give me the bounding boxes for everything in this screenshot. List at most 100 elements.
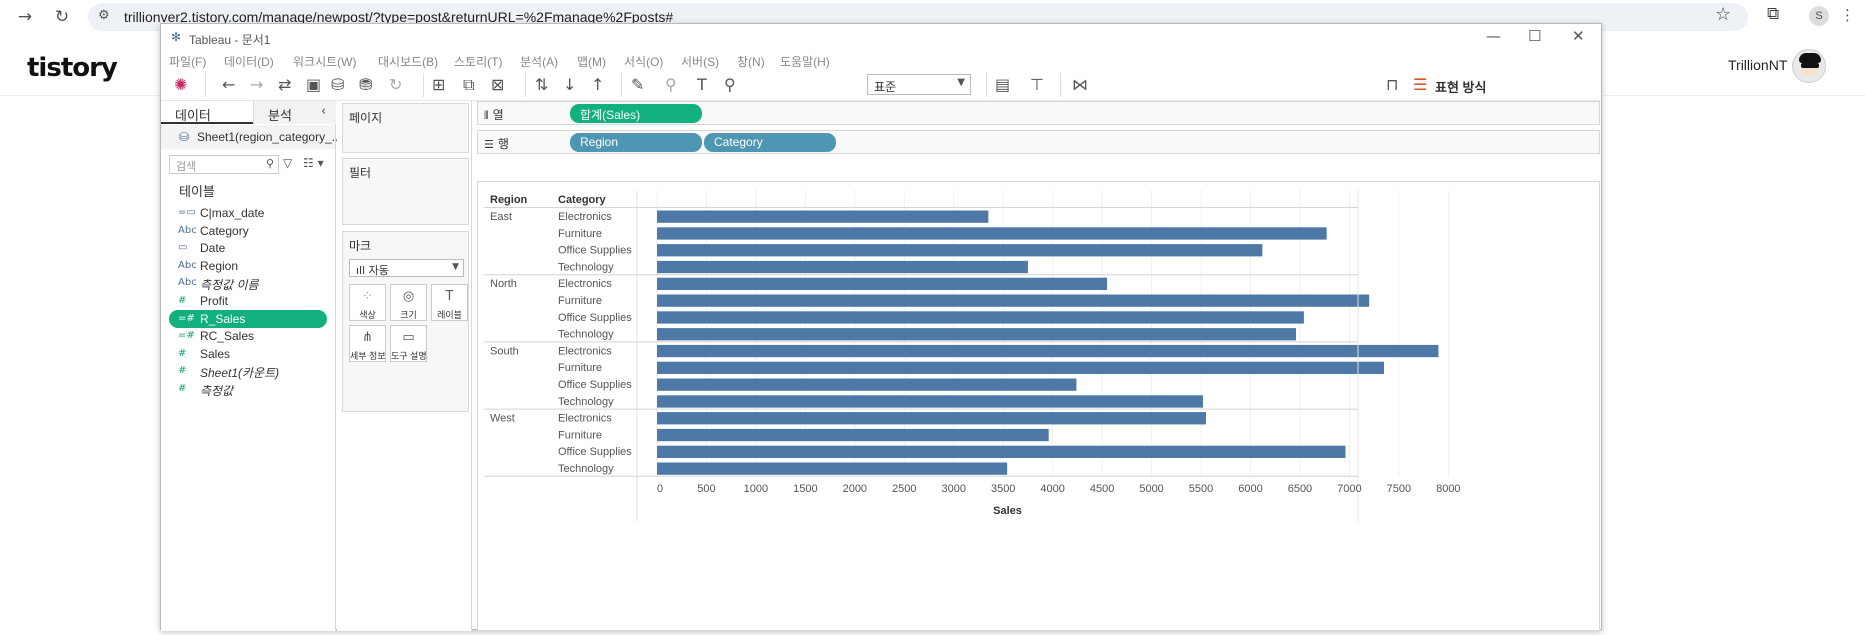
x-tick-label: 4000 xyxy=(1040,483,1064,495)
calc-date-icon: =▭ xyxy=(178,207,196,218)
field-name: Category xyxy=(200,223,249,238)
filter-icon[interactable]: ▽ xyxy=(283,156,292,170)
browser-menu-icon[interactable]: ⋮ xyxy=(1840,6,1855,24)
x-axis-title: Sales xyxy=(993,505,1022,517)
field-date[interactable]: ▭ Date xyxy=(169,239,327,257)
x-tick-label: 1000 xyxy=(744,483,768,495)
data-source[interactable]: ⛁ Sheet1(region_category_... xyxy=(161,125,342,149)
field-region[interactable]: Abc Region xyxy=(169,257,327,275)
fit-select[interactable]: 표준 ▼ xyxy=(867,74,971,95)
category-label: Office Supplies xyxy=(558,379,632,391)
category-label: Furniture xyxy=(558,362,602,374)
menu-server[interactable]: 서버(S) xyxy=(681,53,719,70)
label-button[interactable]: T 레이블 xyxy=(431,284,468,321)
profile-avatar[interactable]: S xyxy=(1809,6,1829,26)
undo-icon[interactable]: ← xyxy=(222,75,235,95)
clear-sheet-icon[interactable]: ⊠ xyxy=(491,75,504,95)
field-sheet1[interactable]: # Sheet1(카운트) xyxy=(169,362,327,380)
sort-descending-icon[interactable]: ↑ xyxy=(591,75,604,95)
close-icon[interactable]: ✕ xyxy=(1572,27,1585,45)
duplicate-sheet-icon[interactable]: ⧉ xyxy=(463,75,474,95)
bookmark-star-icon[interactable]: ☆ xyxy=(1715,4,1731,25)
swap-rows-columns-icon[interactable]: ⇅ xyxy=(535,75,548,95)
forward-icon[interactable]: → xyxy=(14,6,36,28)
show-me-icon[interactable]: ☰ xyxy=(1413,75,1427,95)
site-settings-icon[interactable]: ⚙ xyxy=(98,8,110,23)
menu-format[interactable]: 서식(O) xyxy=(624,53,663,70)
tooltip-button[interactable]: ▭ 도구 설명 xyxy=(390,325,427,362)
columns-shelf[interactable]: ⫴ 열 합계(Sales) xyxy=(477,101,1600,125)
field-[interactable]: Abc 측정값 이름 xyxy=(169,274,327,292)
group-members-icon[interactable]: ⚲ xyxy=(665,75,677,95)
field-rc-sales[interactable]: =# RC_Sales xyxy=(169,327,327,345)
save-icon[interactable]: ▣ xyxy=(306,75,321,95)
bar xyxy=(657,395,1204,408)
highlight-icon[interactable]: ✎ xyxy=(631,75,644,95)
menu-analysis[interactable]: 분석(A) xyxy=(520,53,558,70)
tistory-logo[interactable]: tistory xyxy=(27,53,118,83)
menu-worksheet[interactable]: 워크시트(W) xyxy=(293,53,356,70)
menu-map[interactable]: 맵(M) xyxy=(577,53,606,70)
menu-data[interactable]: 데이터(D) xyxy=(224,53,274,70)
field-name: Sheet1(카운트) xyxy=(200,366,280,381)
x-tick-label: 5000 xyxy=(1139,483,1163,495)
menu-window[interactable]: 창(N) xyxy=(737,53,765,70)
refresh-icon[interactable]: ↻ xyxy=(389,75,402,95)
collapse-pane-icon[interactable]: ‹ xyxy=(321,104,326,119)
tistory-username[interactable]: TrillionNT xyxy=(1728,57,1787,73)
pill-category[interactable]: Category xyxy=(704,133,836,152)
show-me-button[interactable]: 표현 방식 xyxy=(1435,77,1486,96)
viz-canvas[interactable]: Region Category East Electronics Furniture Of… xyxy=(477,181,1600,631)
presentation-mode-icon[interactable]: ⊤ xyxy=(1030,75,1044,95)
view-options-icon[interactable]: ☷ ▾ xyxy=(303,156,324,170)
tistory-avatar[interactable] xyxy=(1792,49,1826,83)
fix-axes-icon[interactable]: ⚲ xyxy=(724,75,736,95)
size-button[interactable]: ◎ 크기 xyxy=(390,284,427,321)
bar xyxy=(657,328,1296,341)
field-profit[interactable]: # Profit xyxy=(169,292,327,310)
replay-icon[interactable]: ⇄ xyxy=(278,75,291,95)
fit-select-value: 표준 xyxy=(874,80,897,94)
detail-button[interactable]: ⋔ 세부 정보 xyxy=(349,325,386,362)
bar xyxy=(657,462,1008,475)
toolbar-separator xyxy=(1060,73,1061,97)
field-r-sales[interactable]: =# R_Sales xyxy=(169,309,327,328)
color-button[interactable]: ⁘ 색상 xyxy=(349,284,386,321)
sort-ascending-icon[interactable]: ↓ xyxy=(563,75,576,95)
tooltip-label: 도구 설명 xyxy=(391,351,427,361)
pill-region[interactable]: Region xyxy=(570,133,702,152)
field-sales[interactable]: # Sales xyxy=(169,345,327,363)
maximize-icon[interactable]: ☐ xyxy=(1528,27,1541,45)
category-label: Electronics xyxy=(558,413,612,425)
field-[interactable]: # 측정값 xyxy=(169,380,327,398)
field-category[interactable]: Abc Category xyxy=(169,222,327,240)
show-mark-labels-icon[interactable]: T xyxy=(697,75,707,95)
x-tick-label: 8000 xyxy=(1436,483,1460,495)
rows-shelf[interactable]: ☰ 행 Region Category xyxy=(477,130,1600,154)
field-c-max-date[interactable]: =▭ C|max_date xyxy=(169,204,327,222)
menu-dashboard[interactable]: 대시보드(B) xyxy=(378,53,438,70)
pause-updates-icon[interactable]: ⛃ xyxy=(359,75,372,95)
new-datasource-icon[interactable]: ⛁ xyxy=(331,75,344,95)
new-worksheet-icon[interactable]: ⊞ xyxy=(432,75,445,95)
menu-help[interactable]: 도움말(H) xyxy=(780,53,830,70)
menu-file[interactable]: 파일(F) xyxy=(169,53,206,70)
pages-card[interactable]: 페이지 xyxy=(342,103,469,153)
marks-card-icon[interactable]: ⊓ xyxy=(1386,75,1398,95)
title-bar: ✻ Tableau - 문서1 — ☐ ✕ xyxy=(161,24,1601,51)
reload-icon[interactable]: ↻ xyxy=(51,6,73,28)
tableau-home-icon[interactable]: ✺ xyxy=(174,75,187,95)
label-icon: T xyxy=(445,289,454,304)
share-icon[interactable]: ⋈ xyxy=(1072,75,1088,95)
pill-sum-sales[interactable]: 합계(Sales) xyxy=(570,104,702,123)
minimize-icon[interactable]: — xyxy=(1486,27,1501,45)
redo-icon[interactable]: → xyxy=(250,75,263,95)
field-search-input[interactable]: 검색 ⚲ xyxy=(169,155,279,174)
x-tick-label: 1500 xyxy=(793,483,817,495)
show-cards-icon[interactable]: ▤ xyxy=(995,75,1010,95)
filters-card[interactable]: 필터 xyxy=(342,158,469,225)
mark-type-select[interactable]: ıll 자동 ▼ xyxy=(349,259,464,277)
tab-data[interactable]: 데이터 xyxy=(161,101,253,124)
extensions-icon[interactable]: ⧉ xyxy=(1767,4,1779,24)
menu-story[interactable]: 스토리(T) xyxy=(454,53,502,70)
